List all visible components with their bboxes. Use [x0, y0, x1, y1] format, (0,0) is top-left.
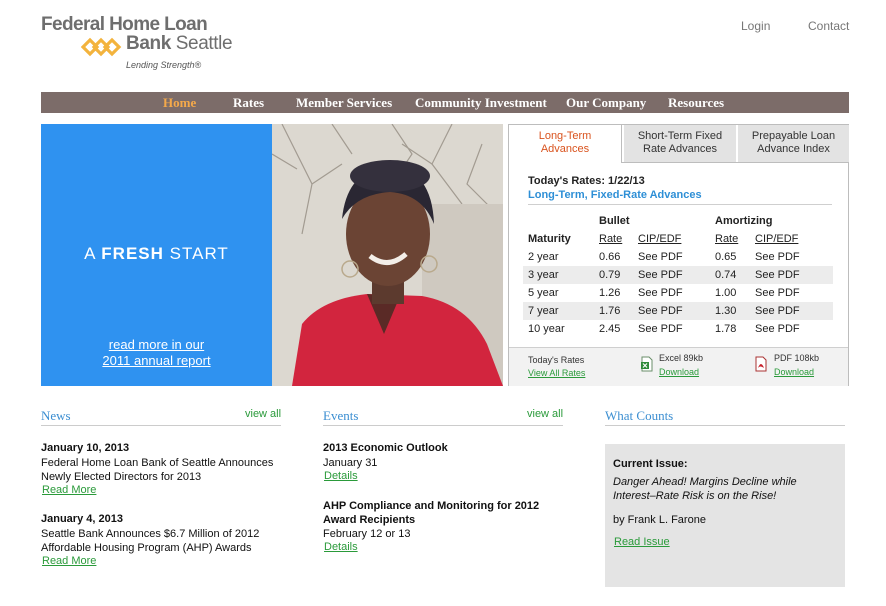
table-row: 3 year 0.79 See PDF 0.74 See PDF [523, 266, 833, 284]
nav-our-company[interactable]: Our Company [566, 95, 646, 111]
excel-download-link[interactable]: Download [659, 367, 699, 377]
bullet-rate-cell: 1.76 [599, 305, 621, 317]
event-title[interactable]: 2013 Economic Outlook [323, 442, 448, 454]
amortizing-rate-cell: 0.74 [715, 269, 737, 281]
news-read-more-link[interactable]: Read More [42, 484, 96, 496]
rates-panel: Long-Term Advances Short-Term Fixed Rate A… [508, 124, 849, 386]
amortizing-cip-cell: See PDF [755, 251, 800, 263]
news-headline[interactable]: Federal Home Loan Bank of Seattle Announ… [41, 456, 291, 484]
bullet-cip-cell: See PDF [638, 251, 683, 263]
event-date: January 31 [323, 457, 378, 469]
nav-rates[interactable]: Rates [233, 95, 264, 111]
news-view-all-link[interactable]: view all [245, 408, 281, 420]
tab-long-term-advances[interactable]: Long-Term Advances [509, 125, 622, 163]
logo-name-line2: Bank Seattle [126, 33, 233, 54]
what-counts-box: Current Issue: Danger Ahead! Margins Dec… [605, 444, 845, 587]
bullet-cip-cell: See PDF [638, 305, 683, 317]
bullet-rate-cell: 1.26 [599, 287, 621, 299]
events-view-all-link[interactable]: view all [527, 408, 563, 420]
divider [323, 425, 563, 426]
news-date: January 4, 2013 [41, 513, 123, 525]
logo-tagline: Lending Strength® [126, 60, 202, 70]
amortizing-cip-cell: See PDF [755, 287, 800, 299]
amortizing-cip-cell: See PDF [755, 323, 800, 335]
interlocking-diamonds-icon [81, 37, 122, 57]
event-details-link[interactable]: Details [324, 541, 358, 553]
pdf-size-label: PDF 108kb [774, 353, 820, 363]
tab-prepayable-loan-advance-index[interactable]: Prepayable Loan Advance Index [738, 125, 849, 163]
bullet-cip-cell: See PDF [638, 323, 683, 335]
woman-portrait-image [272, 124, 503, 386]
event-date: February 12 or 13 [323, 528, 411, 540]
bullet-cip-cell: See PDF [638, 287, 683, 299]
rates-date-heading: Today's Rates: 1/22/13 [528, 175, 645, 187]
current-issue-label: Current Issue: [613, 458, 688, 470]
rates-footer: Today's Rates View All Rates Excel 89kb … [509, 347, 848, 386]
nav-resources[interactable]: Resources [668, 95, 724, 111]
maturity-cell: 3 year [528, 269, 559, 281]
read-issue-link[interactable]: Read Issue [614, 536, 670, 548]
table-row: 5 year 1.26 See PDF 1.00 See PDF [523, 284, 833, 302]
event-title[interactable]: AHP Compliance and Monitoring for 2012 A… [323, 499, 539, 527]
annual-report-link[interactable]: read more in our 2011 annual report [41, 337, 272, 369]
excel-size-label: Excel 89kb [659, 353, 704, 363]
amortizing-cip-cell: See PDF [755, 269, 800, 281]
table-row: 2 year 0.66 See PDF 0.65 See PDF [523, 248, 833, 266]
amortizing-group-header: Amortizing [715, 215, 773, 227]
maturity-cell: 7 year [528, 305, 559, 317]
bullet-rate-cell: 0.79 [599, 269, 621, 281]
maturity-column-header: Maturity [528, 233, 571, 245]
amortizing-rate-column-header: Rate [715, 233, 739, 245]
divider [605, 425, 845, 426]
rates-subtitle: Long-Term, Fixed-Rate Advances [528, 189, 702, 201]
divider [41, 425, 281, 426]
nav-community-investment[interactable]: Community Investment [415, 95, 547, 111]
bullet-rate-column-header: Rate [599, 233, 623, 245]
bullet-cip-cell: See PDF [638, 269, 683, 281]
amortizing-rate-cell: 1.78 [715, 323, 737, 335]
contact-link[interactable]: Contact [808, 19, 849, 33]
table-row: 10 year 2.45 See PDF 1.78 See PDF [523, 320, 833, 338]
news-heading: News [41, 408, 71, 423]
amortizing-rate-cell: 0.65 [715, 251, 737, 263]
maturity-cell: 10 year [528, 323, 565, 335]
amortizing-rate-cell: 1.30 [715, 305, 737, 317]
table-row: 7 year 1.76 See PDF 1.30 See PDF [523, 302, 833, 320]
maturity-cell: 2 year [528, 251, 559, 263]
pdf-download-link[interactable]: Download [774, 367, 814, 377]
bullet-rate-cell: 2.45 [599, 323, 621, 335]
news-read-more-link[interactable]: Read More [42, 555, 96, 567]
main-nav: Home Rates Member Services Community Inv… [41, 92, 849, 113]
nav-member-services[interactable]: Member Services [296, 95, 392, 111]
news-date: January 10, 2013 [41, 442, 130, 454]
bullet-cip-column-header: CIP/EDF [638, 233, 682, 245]
issue-title: Danger Ahead! Margins Decline while Inte… [613, 476, 797, 502]
amortizing-cip-cell: See PDF [755, 305, 800, 317]
what-counts-heading: What Counts [605, 408, 674, 423]
excel-file-icon [641, 356, 653, 372]
view-all-rates-link[interactable]: View All Rates [528, 368, 585, 378]
amortizing-cip-column-header: CIP/EDF [755, 233, 799, 245]
nav-home[interactable]: Home [163, 95, 196, 111]
divider [528, 204, 832, 205]
hero-headline: A FRESH START [84, 244, 229, 263]
issue-author: by Frank L. Farone [613, 514, 706, 526]
logo[interactable]: Federal Home Loan Bank Seattle Lending S… [41, 14, 241, 76]
bullet-group-header: Bullet [599, 215, 630, 227]
event-details-link[interactable]: Details [324, 470, 358, 482]
maturity-cell: 5 year [528, 287, 559, 299]
tab-short-term-fixed-rate-advances[interactable]: Short-Term Fixed Rate Advances [624, 125, 736, 163]
todays-rates-label: Today's Rates [528, 355, 585, 365]
events-heading: Events [323, 408, 359, 423]
hero-photo [272, 124, 503, 386]
pdf-file-icon [755, 356, 767, 372]
hero-banner: A FRESH START read more in our 2011 annu… [41, 124, 272, 386]
bullet-rate-cell: 0.66 [599, 251, 621, 263]
news-headline[interactable]: Seattle Bank Announces $6.7 Million of 2… [41, 527, 291, 555]
amortizing-rate-cell: 1.00 [715, 287, 737, 299]
login-link[interactable]: Login [741, 19, 770, 33]
